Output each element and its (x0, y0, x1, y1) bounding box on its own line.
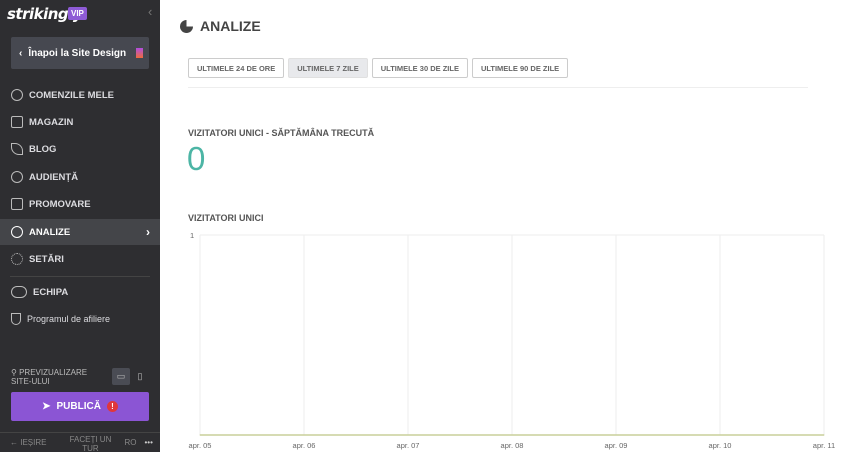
label: SETĂRI (29, 253, 64, 265)
chevron-right-icon: › (146, 225, 150, 239)
divider (10, 276, 150, 277)
data-point (199, 434, 201, 436)
label: PROMOVARE (29, 198, 91, 210)
sidebar-item-settings[interactable]: SETĂRI (0, 246, 160, 272)
collapse-sidebar-icon[interactable]: ‹ (148, 4, 152, 19)
preview-site-link[interactable]: ⚲ PREVIZUALIZARE SITE-ULUI (11, 368, 106, 386)
users-icon (11, 171, 23, 183)
sidebar-item-affiliate[interactable]: Programul de afiliere (0, 306, 160, 332)
label: ANALIZE (29, 226, 71, 238)
label: BLOG (29, 143, 57, 155)
x-tick-label: apr. 09 (605, 441, 628, 450)
sidebar-item-blog[interactable]: BLOG (0, 136, 160, 162)
language-selector[interactable]: RO (124, 438, 136, 447)
publish-label: PUBLICĂ (56, 401, 101, 412)
label: Programul de afiliere (27, 314, 111, 324)
more-icon[interactable]: ••• (144, 438, 152, 447)
data-point (823, 434, 825, 436)
dollar-icon (11, 89, 23, 101)
store-icon (11, 116, 23, 128)
pie-chart-icon (11, 226, 23, 238)
main-content: ANALIZE ULTIMELE 24 DE ORE ULTIMELE 7 ZI… (160, 0, 856, 452)
sidebar-item-team[interactable]: ECHIPA (0, 279, 160, 305)
x-tick-label: apr. 07 (397, 441, 420, 450)
back-label: Înapoi la Site Design (28, 47, 127, 59)
data-point (719, 434, 721, 436)
x-tick-label: apr. 08 (501, 441, 524, 450)
team-icon (11, 286, 27, 298)
megaphone-icon (11, 198, 23, 210)
mobile-preview-icon[interactable]: ▯ (131, 368, 149, 385)
data-point (303, 434, 305, 436)
label: MAGAZIN (29, 116, 74, 128)
data-point (511, 434, 513, 436)
label: COMENZILE MELE (29, 89, 114, 101)
label: ECHIPA (33, 286, 69, 298)
sidebar-item-audience[interactable]: AUDIENȚĂ (0, 164, 160, 190)
x-tick-label: apr. 06 (293, 441, 316, 450)
take-tour-link[interactable]: FACEȚI UN TUR (64, 435, 116, 453)
back-to-site-design-button[interactable]: ‹ Înapoi la Site Design (11, 37, 149, 69)
rocket-icon: ➤ (42, 401, 51, 412)
sidebar-item-orders[interactable]: COMENZILE MELE (0, 82, 160, 108)
exit-label: IEȘIRE (20, 438, 47, 447)
x-tick-label: apr. 11 (813, 441, 835, 450)
gear-icon (11, 253, 23, 265)
visitors-chart: apr. 05 apr. 06 apr. 07 apr. 08 apr. 09 apr. … (189, 231, 836, 450)
exit-link[interactable]: ← IEȘIRE (10, 438, 46, 447)
sidebar-footer: ← IEȘIRE FACEȚI UN TUR RO ••• (0, 432, 160, 453)
chevron-left-icon: ‹ (19, 47, 23, 59)
label: AUDIENȚĂ (29, 171, 79, 183)
desktop-preview-icon[interactable]: ▭ (112, 368, 130, 385)
sidebar-item-promote[interactable]: PROMOVARE (0, 191, 160, 217)
publish-button[interactable]: ➤ PUBLICĂ! (11, 392, 149, 421)
document-icon (136, 48, 144, 58)
data-point (615, 434, 617, 436)
sidebar-item-analytics[interactable]: ANALIZE › (0, 219, 160, 245)
warning-icon: ! (106, 401, 118, 412)
sidebar: strikingly VIP ‹ ‹ Înapoi la Site Design … (0, 0, 160, 453)
y-tick-label: 1 (190, 231, 194, 240)
feather-icon (11, 143, 23, 155)
vip-badge: VIP (68, 7, 87, 20)
sidebar-item-store[interactable]: MAGAZIN (0, 109, 160, 135)
x-tick-label: apr. 10 (709, 441, 732, 450)
preview-label: PREVIZUALIZARE SITE-ULUI (11, 368, 88, 386)
data-point (407, 434, 409, 436)
trophy-icon (11, 313, 21, 325)
x-tick-label: apr. 05 (189, 441, 212, 450)
